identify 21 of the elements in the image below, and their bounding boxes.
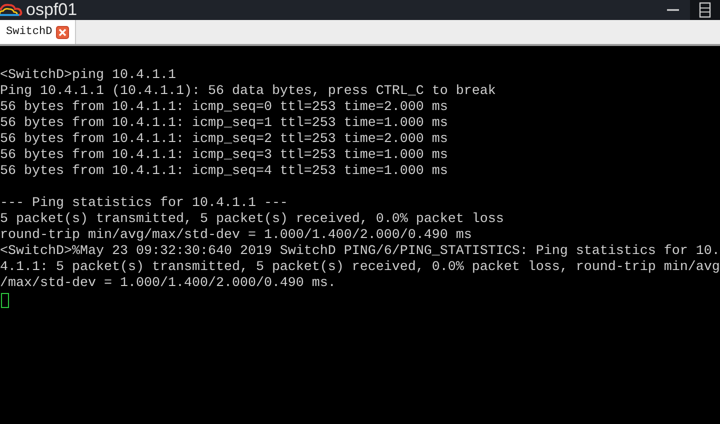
terminal-line: 56 bytes from 10.4.1.1: icmp_seq=2 ttl=253 time=2.000 ms	[0, 132, 449, 148]
terminal-line: 56 bytes from 10.4.1.1: icmp_seq=1 ttl=253 time=1.000 ms	[0, 116, 449, 132]
cloud-logo-icon	[0, 2, 24, 18]
terminal-line: Ping 10.4.1.1 (10.4.1.1): 56 data bytes, press CTRL_C to break	[0, 84, 497, 100]
terminal-line: 5 packet(s) transmitted, 5 packet(s) received, 0.0% packet loss	[0, 212, 505, 228]
minimize-icon	[667, 8, 679, 12]
tab[interactable]: SwitchD	[0, 20, 76, 44]
terminal-line: 56 bytes from 10.4.1.1: icmp_seq=3 ttl=253 time=1.000 ms	[0, 148, 449, 164]
terminal-line: round-trip min/avg/max/std-dev = 1.000/1.400/2.000/0.490 ms	[0, 228, 473, 244]
terminal-line: --- Ping statistics for 10.4.1.1 ---	[0, 196, 289, 212]
terminal-line: 56 bytes from 10.4.1.1: icmp_seq=4 ttl=253 time=1.000 ms	[0, 164, 449, 180]
terminal-line: /max/std-dev = 1.000/1.400/2.000/0.490 ms.	[0, 276, 337, 292]
terminal-line: 4.1.1: 5 packet(s) transmitted, 5 packet(s) received, 0.0% packet loss, round-trip min/avg	[0, 260, 720, 276]
terminal-line: <SwitchD>ping 10.4.1.1	[0, 68, 177, 84]
terminal-line: 56 bytes from 10.4.1.1: icmp_seq=0 ttl=253 time=2.000 ms	[0, 100, 449, 116]
window-title: ospf01	[26, 0, 78, 20]
text-cursor	[1, 293, 9, 308]
maximize-button[interactable]	[690, 0, 720, 20]
close-icon[interactable]	[56, 26, 70, 38]
terminal-line: <SwitchD>%May 23 09:32:30:640 2019 SwitchD PING/6/PING_STATISTICS: Ping statistics for 10.	[0, 244, 720, 260]
maximize-icon	[699, 2, 711, 18]
